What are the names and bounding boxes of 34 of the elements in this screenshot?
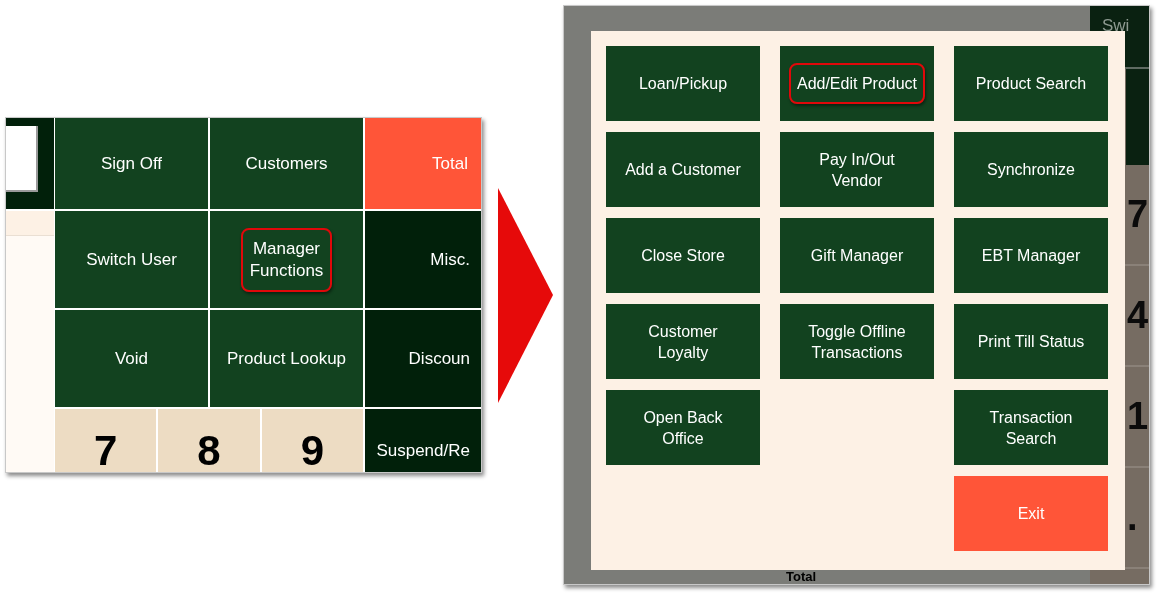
pos-button[interactable]: Manager Functions xyxy=(210,211,363,308)
total-label: Total xyxy=(786,570,817,584)
menu-button[interactable]: Loan/Pickup xyxy=(606,46,760,121)
keypad-key[interactable]: 9 xyxy=(261,409,363,472)
menu-button[interactable]: Toggle Offline Transactions xyxy=(780,304,934,379)
menu-button[interactable]: Print Till Status xyxy=(954,304,1108,379)
menu-button[interactable]: Open Back Office xyxy=(606,390,760,465)
menu-button[interactable]: Synchronize xyxy=(954,132,1108,207)
menu-button[interactable]: Close Store xyxy=(606,218,760,293)
menu-button[interactable]: Customer Loyalty xyxy=(606,304,760,379)
list-header xyxy=(6,211,54,236)
menu-button[interactable]: Transaction Search xyxy=(954,390,1108,465)
pos-button[interactable]: Product Lookup xyxy=(210,310,363,407)
menu-button[interactable]: Pay In/Out Vendor xyxy=(780,132,934,207)
menu-button[interactable]: Add/Edit Product xyxy=(780,46,934,121)
keypad-key[interactable]: 1 xyxy=(1126,367,1149,466)
pos-button[interactable]: Discoun xyxy=(365,310,481,407)
side-button[interactable] xyxy=(1126,69,1149,165)
pos-button[interactable]: Customers xyxy=(210,118,363,209)
keypad-key[interactable]: 8 xyxy=(158,409,260,472)
keypad-key[interactable]: 4 xyxy=(1126,266,1149,365)
keypad-key[interactable]: . xyxy=(1126,468,1149,567)
pos-button[interactable]: Void xyxy=(55,310,208,407)
menu-button[interactable]: Gift Manager xyxy=(780,218,934,293)
pos-button[interactable]: Switch User xyxy=(55,211,208,308)
arrow-icon xyxy=(498,187,553,403)
pos-button[interactable]: Sign Off xyxy=(55,118,208,209)
menu-button[interactable]: Add a Customer xyxy=(606,132,760,207)
pos-button[interactable]: Misc. xyxy=(365,211,481,308)
pos-button[interactable]: Suspend/Re xyxy=(365,409,481,472)
keypad-key[interactable]: 7 xyxy=(55,409,157,472)
menu-button[interactable]: EBT Manager xyxy=(954,218,1108,293)
keypad-key[interactable]: 7 xyxy=(1126,165,1149,264)
menu-button[interactable]: Product Search xyxy=(954,46,1108,121)
